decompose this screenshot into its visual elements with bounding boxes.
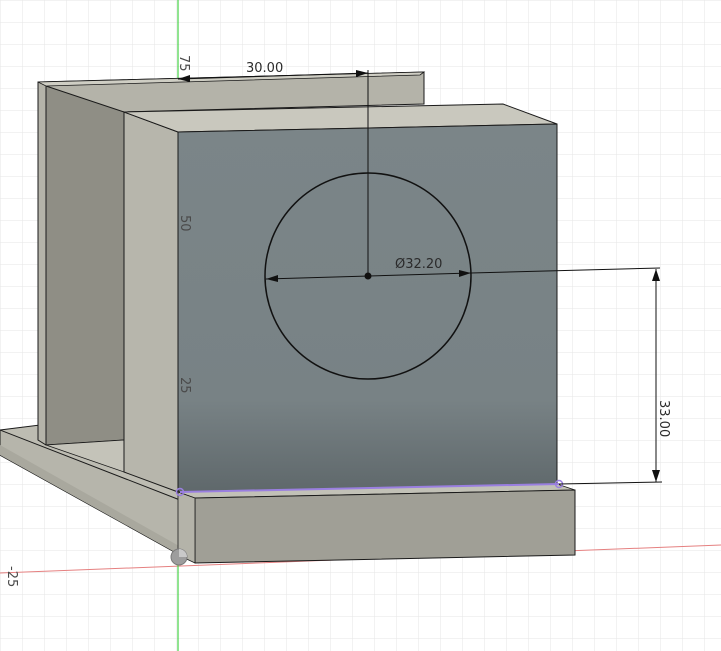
front-block-side [123,111,179,493]
ruler-label-lower: 25 [177,377,192,394]
origin-icon[interactable] [170,548,188,566]
ledge-front [194,489,576,564]
canvas-viewport[interactable]: 30.00 Ø32.20 33.00 75 50 25 -25 [0,0,721,651]
diameter-dimension-text[interactable]: Ø32.20 [395,257,442,272]
ruler-label-middle: 50 [177,215,192,232]
vertical-dimension-text[interactable]: 33.00 [656,400,671,437]
back-wall-inner [45,85,125,446]
ruler-label-top: 75 [176,55,191,72]
ruler-label-negative: -25 [4,566,19,587]
horizontal-dimension-text[interactable]: 30.00 [246,61,283,76]
